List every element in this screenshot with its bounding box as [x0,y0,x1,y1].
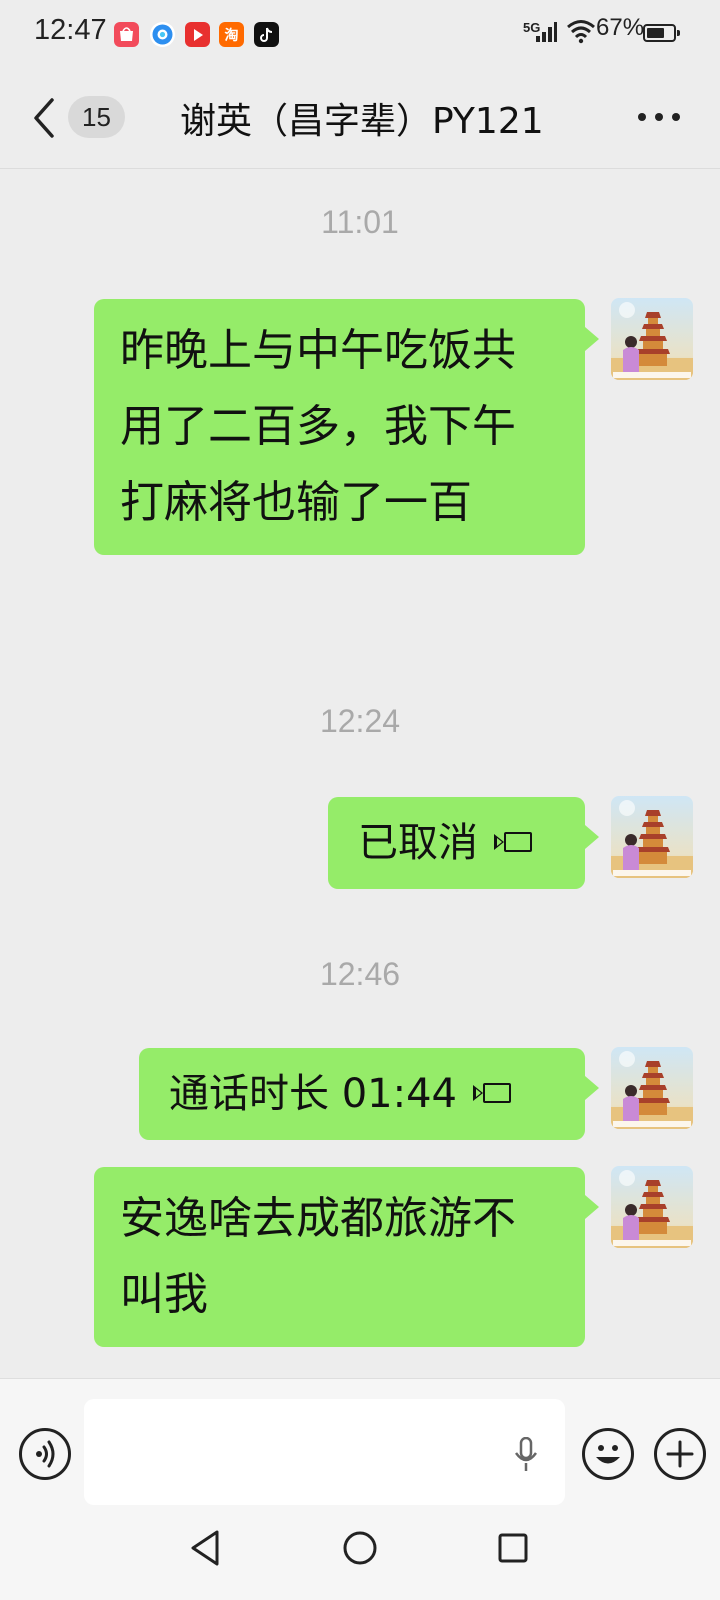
chat-header: 15 谢英（昌字辈）PY121 [0,70,720,169]
wifi-icon [566,18,596,44]
system-navigation-bar [0,1508,720,1600]
status-bar: 12:47 淘 5G 67% [0,0,720,70]
tiktok-icon [254,22,279,47]
avatar[interactable] [611,298,693,380]
signal-icon [534,20,558,44]
unread-count-badge[interactable]: 15 [68,96,125,138]
more-functions-button[interactable] [654,1428,706,1480]
smiley-icon [596,1445,620,1464]
chat-title: 谢英（昌字辈）PY121 [180,101,544,142]
pagoda-avatar-image [611,800,693,878]
back-button[interactable] [30,96,58,140]
chevron-left-icon [34,98,54,138]
call-status-text: 已取消 [358,820,478,866]
message-bubble[interactable]: 昨晚上与中午吃饭共用了二百多，我下午打麻将也输了一百 [94,299,599,555]
square-recents-icon [498,1533,528,1563]
battery-icon [643,24,680,42]
avatar[interactable] [611,796,693,878]
video-call-icon [494,830,534,856]
message-input[interactable] [84,1399,565,1505]
microphone-icon [514,1436,538,1471]
message-bubble[interactable]: 安逸啥去成都旅游不叫我 [94,1167,599,1347]
call-record-bubble[interactable]: 已取消 [328,797,599,889]
pagoda-avatar-image [611,1170,693,1248]
video-call-icon [473,1081,513,1107]
message-timestamp: 12:24 [319,703,401,739]
message-input-bar [0,1378,720,1509]
more-options-button[interactable] [638,110,680,124]
pagoda-avatar-image [611,302,693,380]
emoji-button[interactable] [582,1428,634,1480]
shopping-icon [114,22,139,47]
nav-home-button[interactable] [340,1526,380,1570]
plus-icon [666,1440,694,1468]
avatar[interactable] [611,1047,693,1129]
more-dot-icon [638,113,646,121]
browser-icon [150,22,175,47]
message-text: 昨晚上与中午吃饭共用了二百多，我下午打麻将也输了一百 [120,325,516,528]
voice-wave-icon [36,1440,55,1468]
nav-recents-button[interactable] [493,1526,533,1570]
message-timestamp: 11:01 [321,204,399,240]
message-text: 安逸啥去成都旅游不叫我 [120,1193,516,1320]
circle-home-icon [343,1531,377,1565]
microphone-button[interactable] [514,1436,538,1471]
status-time: 12:47 [34,14,107,46]
more-dot-icon [655,113,663,121]
pagoda-avatar-image [611,1051,693,1129]
call-duration-text: 通话时长 01:44 [169,1071,457,1117]
avatar[interactable] [611,1166,693,1248]
voice-input-button[interactable] [19,1428,71,1480]
triangle-back-icon [191,1530,219,1566]
nav-back-button[interactable] [185,1526,225,1570]
video-icon [185,22,210,47]
battery-percent: 67% [596,14,645,41]
more-dot-icon [672,113,680,121]
taobao-icon: 淘 [219,22,244,47]
call-record-bubble[interactable]: 通话时长 01:44 [139,1048,599,1140]
message-timestamp: 12:46 [319,956,401,992]
